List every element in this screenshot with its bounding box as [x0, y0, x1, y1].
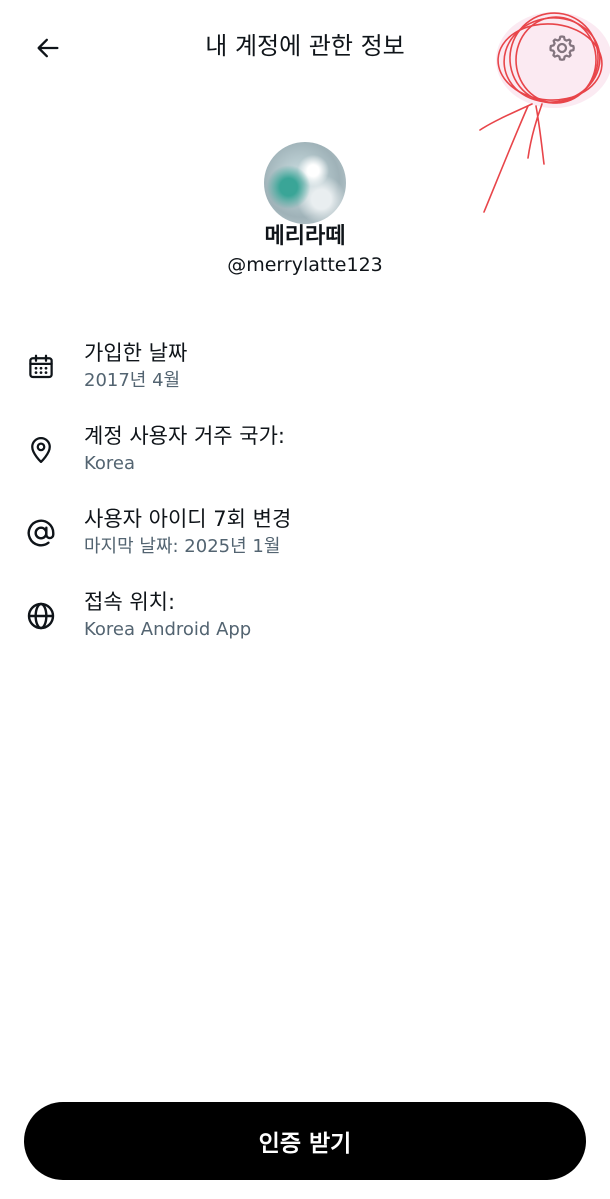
country-value: Korea — [84, 453, 136, 474]
globe-icon — [24, 599, 58, 633]
info-item-access-location: 접속 위치: Korea Android App — [0, 587, 610, 657]
access-location-value: Korea Android App — [84, 619, 252, 640]
at-sign-icon — [24, 516, 58, 550]
settings-button[interactable] — [538, 24, 586, 72]
info-item-username-changes: 사용자 아이디 7회 변경 마지막 날짜: 2025년 1월 — [0, 504, 610, 574]
join-date-value: 2017년 4월 — [84, 370, 181, 391]
username-changes-label: 사용자 아이디 7회 변경 — [84, 507, 292, 531]
get-verified-label: 인증 받기 — [258, 1131, 352, 1157]
join-date-label: 가입한 날짜 — [84, 341, 188, 365]
page-title: 내 계정에 관한 정보 — [205, 32, 405, 60]
country-label: 계정 사용자 거주 국가: — [84, 424, 285, 448]
username-handle: @merrylatte123 — [227, 254, 383, 276]
gear-icon — [549, 35, 575, 61]
info-item-country: 계정 사용자 거주 국가: Korea — [0, 421, 610, 491]
display-name: 메리라떼 — [264, 224, 346, 249]
avatar[interactable] — [264, 142, 346, 224]
top-bar: 내 계정에 관한 정보 — [0, 0, 610, 96]
info-item-join-date: 가입한 날짜 2017년 4월 — [0, 338, 610, 408]
location-pin-icon — [24, 433, 58, 467]
username-changes-value: 마지막 날짜: 2025년 1월 — [84, 536, 281, 557]
get-verified-button[interactable]: 인증 받기 — [24, 1102, 586, 1180]
calendar-icon — [24, 350, 58, 384]
access-location-label: 접속 위치: — [84, 590, 176, 614]
